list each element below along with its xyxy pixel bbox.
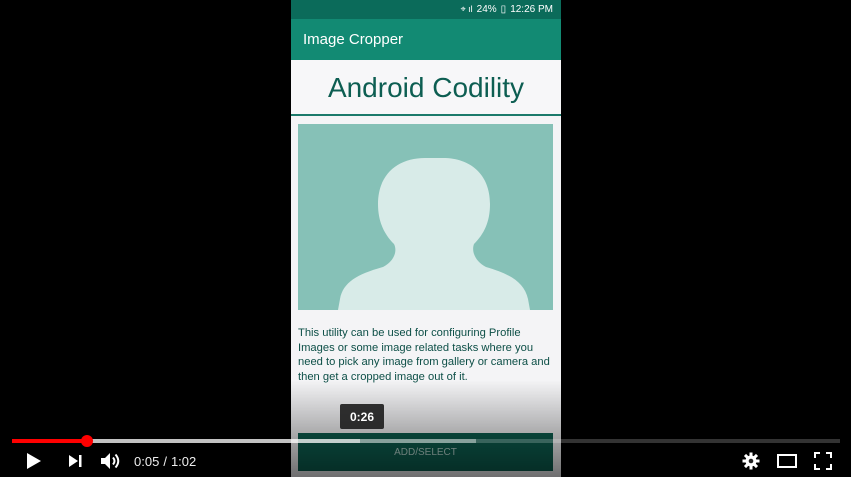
battery-icon: ▯ (500, 4, 507, 15)
control-bar: 0:05 / 1:02 (0, 445, 851, 477)
theater-mode-button[interactable] (774, 445, 800, 477)
signal-icon: ⌖ ıl (460, 4, 473, 14)
play-icon (27, 453, 41, 469)
divider (291, 114, 561, 116)
time-display: 0:05 / 1:02 (134, 445, 196, 477)
battery-level: 24% (476, 4, 497, 15)
duration: 1:02 (170, 453, 197, 469)
settings-button[interactable] (738, 445, 764, 477)
progress-played (12, 439, 87, 443)
current-time: 0:05 (134, 453, 160, 469)
app-bar: Image Cropper (291, 19, 561, 60)
play-button[interactable] (20, 445, 48, 477)
fullscreen-icon (814, 452, 832, 470)
person-silhouette-icon (338, 158, 530, 310)
next-button[interactable] (62, 445, 88, 477)
progress-bar[interactable] (12, 435, 840, 447)
app-title: Image Cropper (303, 31, 404, 48)
headline-text: Android Codility (327, 71, 525, 103)
phone-clock: 12:26 PM (510, 4, 553, 15)
gear-icon (742, 452, 760, 470)
seek-preview-tooltip: 0:26 (340, 404, 384, 429)
volume-button[interactable] (98, 445, 124, 477)
next-icon (69, 455, 82, 467)
fullscreen-button[interactable] (810, 445, 836, 477)
app-headline: Android Codility (291, 60, 561, 115)
phone-status-bar: ⌖ ıl 24% ▯ 12:26 PM (291, 0, 561, 19)
volume-icon (101, 453, 120, 469)
theater-mode-icon (777, 454, 797, 468)
description-text: This utility can be used for configuring… (298, 327, 550, 383)
video-frame: ⌖ ıl 24% ▯ 12:26 PM Image Cropper Androi… (291, 0, 561, 477)
profile-placeholder-image (298, 124, 553, 310)
video-player[interactable]: ⌖ ıl 24% ▯ 12:26 PM Image Cropper Androi… (0, 0, 851, 477)
time-separator: / (163, 453, 167, 469)
